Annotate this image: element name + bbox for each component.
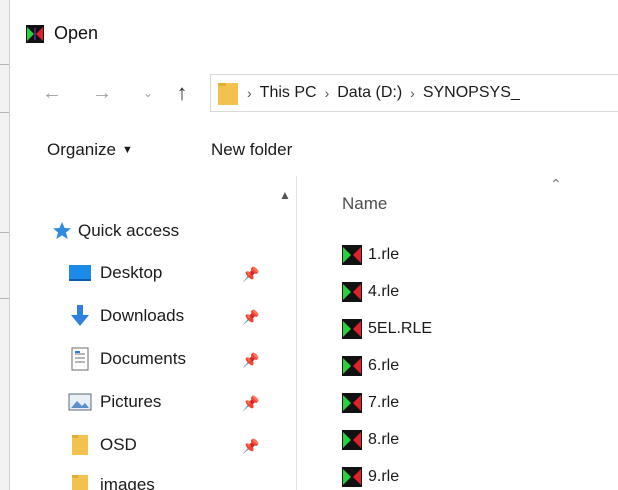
- background-window-edge: [0, 0, 10, 490]
- title-bar[interactable]: Open: [10, 0, 618, 66]
- up-arrow-icon[interactable]: ↑: [170, 80, 194, 106]
- file-name: 6.rle: [368, 357, 400, 374]
- file-name: 9.rle: [368, 468, 400, 485]
- pane-divider: [296, 176, 297, 490]
- file-list: ⌃ Name 1.rle 4.rle 5EL.RLE 6.rle 7.rle 8…: [306, 176, 618, 490]
- list-item[interactable]: 4.rle: [342, 277, 399, 307]
- file-name: 1.rle: [368, 246, 400, 263]
- pin-icon[interactable]: 📌: [242, 438, 259, 455]
- folder-icon: [68, 433, 92, 457]
- desktop-icon: [68, 261, 92, 285]
- edge-line: [0, 112, 9, 113]
- scroll-up-arrow-icon[interactable]: ▲: [279, 188, 291, 202]
- nav-label: Quick access: [78, 221, 180, 240]
- nav-item-documents[interactable]: Documents: [68, 342, 186, 376]
- organize-label: Organize: [47, 140, 116, 159]
- nav-label: Downloads: [100, 306, 185, 325]
- address-bar[interactable]: › This PC › Data (D:) › SYNOPSYS_: [210, 74, 618, 112]
- nav-label: OSD: [100, 435, 137, 454]
- folder-icon: [217, 80, 239, 106]
- rle-file-icon: [342, 356, 362, 376]
- nav-item-osd[interactable]: OSD: [68, 428, 137, 462]
- caret-down-icon: ▼: [121, 144, 133, 156]
- pictures-icon: [68, 390, 92, 414]
- rle-file-icon: [342, 393, 362, 413]
- nav-quick-access[interactable]: Quick access: [50, 214, 179, 248]
- file-name: 7.rle: [368, 394, 400, 411]
- rle-file-icon: [342, 319, 362, 339]
- organize-button[interactable]: Organize ▼: [47, 140, 133, 160]
- forward-arrow-icon[interactable]: →: [90, 80, 114, 106]
- window-title: Open: [54, 23, 99, 43]
- nav-item-images[interactable]: images: [68, 468, 155, 490]
- breadcrumb-data-drive[interactable]: Data (D:): [337, 84, 402, 102]
- rle-file-icon: [342, 282, 362, 302]
- new-folder-label: New folder: [211, 140, 293, 159]
- edge-line: [0, 64, 9, 65]
- rle-file-icon: [342, 430, 362, 450]
- command-bar: Organize ▼ New folder: [10, 128, 618, 170]
- list-item[interactable]: 1.rle: [342, 240, 399, 270]
- back-arrow-icon[interactable]: ←: [40, 80, 64, 106]
- breadcrumb-synopsys[interactable]: SYNOPSYS_: [423, 84, 520, 102]
- column-header-name[interactable]: Name: [342, 194, 387, 214]
- nav-label: Pictures: [100, 392, 162, 411]
- file-name: 8.rle: [368, 431, 400, 448]
- rle-file-icon: [342, 245, 362, 265]
- nav-label: Documents: [100, 349, 186, 368]
- breadcrumb-this-pc[interactable]: This PC: [260, 84, 317, 102]
- edge-line: [0, 298, 9, 299]
- list-item[interactable]: 9.rle: [342, 462, 399, 490]
- chevron-right-icon[interactable]: ›: [325, 85, 330, 101]
- nav-item-pictures[interactable]: Pictures: [68, 385, 161, 419]
- new-folder-button[interactable]: New folder: [211, 140, 292, 160]
- open-dialog: Open ← → ⌄ ↑ › This PC › Data (D:) › SYN…: [10, 0, 618, 490]
- chevron-right-icon[interactable]: ›: [410, 85, 415, 101]
- nav-item-desktop[interactable]: Desktop: [68, 256, 162, 290]
- app-icon: [26, 25, 44, 43]
- star-icon: [50, 219, 74, 243]
- file-name: 4.rle: [368, 283, 400, 300]
- nav-label: Desktop: [100, 263, 163, 282]
- nav-label: images: [100, 475, 155, 490]
- pin-icon[interactable]: 📌: [242, 266, 259, 283]
- rle-file-icon: [342, 467, 362, 487]
- navigation-pane: Quick access Desktop 📌 Downloads 📌 Docum…: [10, 176, 276, 490]
- pin-icon[interactable]: 📌: [242, 395, 259, 412]
- navigation-bar: ← → ⌄ ↑ › This PC › Data (D:) › SYNOPSYS…: [10, 72, 618, 114]
- documents-icon: [68, 347, 92, 371]
- chevron-right-icon[interactable]: ›: [247, 85, 252, 101]
- nav-item-downloads[interactable]: Downloads: [68, 299, 184, 333]
- recent-locations-chevron-icon[interactable]: ⌄: [140, 80, 156, 106]
- downloads-icon: [68, 304, 92, 328]
- file-name: 5EL.RLE: [368, 320, 433, 337]
- edge-line: [0, 232, 9, 233]
- pin-icon[interactable]: 📌: [242, 309, 259, 326]
- list-item[interactable]: 8.rle: [342, 425, 399, 455]
- sort-ascending-icon: ⌃: [550, 176, 562, 192]
- list-item[interactable]: 6.rle: [342, 351, 399, 381]
- list-item[interactable]: 7.rle: [342, 388, 399, 418]
- pin-icon[interactable]: 📌: [242, 352, 259, 369]
- folder-icon: [68, 473, 92, 490]
- list-item[interactable]: 5EL.RLE: [342, 314, 432, 344]
